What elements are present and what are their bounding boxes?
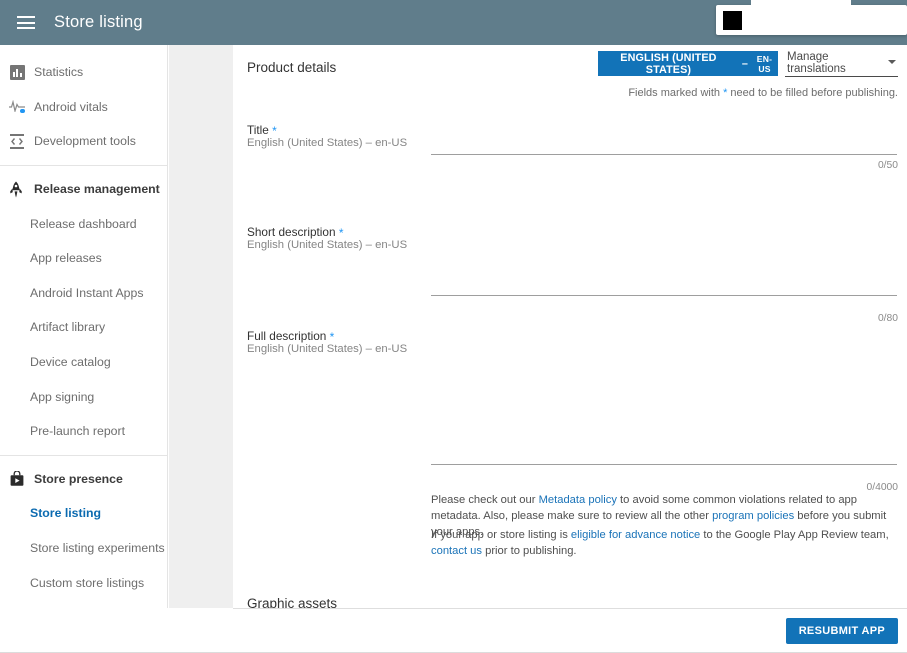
sidebar-divider xyxy=(0,454,167,456)
vitals-pulse-icon xyxy=(2,99,32,114)
sidebar-item-statistics[interactable]: Statistics xyxy=(0,55,167,90)
sidebar-item-label: Artifact library xyxy=(30,320,106,335)
main-content: Product details ENGLISH (UNITED STATES) … xyxy=(233,45,907,608)
manage-translations-label: Manage translations xyxy=(787,50,846,75)
sidebar-item-store-listing[interactable]: Store listing xyxy=(0,496,167,531)
sidebar-item-label: Release management xyxy=(34,182,160,197)
sidebar-item-label: Device catalog xyxy=(30,355,111,370)
black-square-placeholder-icon xyxy=(723,11,742,30)
short-description-input[interactable] xyxy=(431,225,897,296)
field-title-label: Title * xyxy=(247,123,277,138)
policy-2-part3: prior to publishing. xyxy=(482,545,577,557)
field-full-description-sublabel: English (United States) – en-US xyxy=(247,343,408,355)
sidebar-item-label: Android vitals xyxy=(34,99,108,114)
sidebar-item-label: App signing xyxy=(30,389,95,404)
header-overlay-panel[interactable] xyxy=(716,0,907,35)
sidebar-item-label: Release dashboard xyxy=(30,216,137,231)
sidebar-item-label: Development tools xyxy=(34,134,136,149)
sidebar-item-label: Store presence xyxy=(34,471,123,486)
field-short-description-label: Short description * xyxy=(247,225,344,240)
sidebar-item-custom-store-listings[interactable]: Custom store listings xyxy=(0,565,167,600)
required-fields-note-prefix: Fields marked with xyxy=(628,87,721,99)
resubmit-app-button[interactable]: RESUBMIT APP xyxy=(785,618,898,644)
field-full-description-label-text: Full description xyxy=(247,329,327,343)
rocket-icon xyxy=(2,181,32,198)
language-selector-button[interactable]: ENGLISH (UNITED STATES) – EN-US xyxy=(598,51,778,76)
sidebar-item-label: Store listing xyxy=(30,506,102,521)
short-description-counter: 0/80 xyxy=(877,313,898,324)
sidebar-item-release-management[interactable]: Release management xyxy=(0,172,167,207)
development-tools-icon xyxy=(2,133,32,149)
required-fields-note: Fields marked with * need to be filled b… xyxy=(628,87,898,99)
language-separator: – xyxy=(741,57,748,70)
language-label: ENGLISH (UNITED STATES) xyxy=(620,51,717,76)
sidebar[interactable]: Statistics Android vitals Development to… xyxy=(0,45,168,653)
sidebar-divider xyxy=(0,164,167,166)
required-star-icon: * xyxy=(723,87,728,99)
sidebar-item-label: Store listing experiments xyxy=(30,541,165,556)
hamburger-menu-icon[interactable] xyxy=(17,16,35,29)
sidebar-item-label: App releases xyxy=(30,251,102,266)
store-listing-page: Store listing Statistics Android vitals … xyxy=(0,0,907,653)
language-code: EN-US xyxy=(756,53,773,74)
metadata-policy-link[interactable]: Metadata policy xyxy=(539,494,617,506)
required-star-icon: * xyxy=(329,330,335,344)
page-title: Store listing xyxy=(54,13,143,31)
policy-2-part2: to the Google Play App Review team, xyxy=(700,529,889,541)
required-star-icon: * xyxy=(272,124,277,138)
content-gutter xyxy=(169,45,233,608)
sidebar-item-store-listing-experiments[interactable]: Store listing experiments xyxy=(0,531,167,566)
sidebar-item-device-catalog[interactable]: Device catalog xyxy=(0,345,167,380)
sidebar-item-label: Statistics xyxy=(34,65,84,80)
full-description-input[interactable] xyxy=(431,329,897,465)
policy-1-part1: Please check out our xyxy=(431,494,539,506)
sidebar-item-label: Custom store listings xyxy=(30,575,145,590)
required-star-icon: * xyxy=(338,226,344,240)
field-short-description-sublabel: English (United States) – en-US xyxy=(247,239,408,251)
policy-2-part1: If your app or store listing is xyxy=(431,529,571,541)
field-short-description-label-text: Short description xyxy=(247,225,336,239)
title-input[interactable] xyxy=(431,135,897,155)
chevron-down-icon xyxy=(888,60,896,64)
advance-notice-paragraph: If your app or store listing is eligible… xyxy=(431,527,901,559)
store-bag-play-icon xyxy=(2,470,32,487)
sidebar-item-label: Pre-launch report xyxy=(30,424,126,439)
sidebar-item-pre-launch-report[interactable]: Pre-launch report xyxy=(0,414,167,449)
sidebar-item-artifact-library[interactable]: Artifact library xyxy=(0,310,167,345)
sidebar-item-release-dashboard[interactable]: Release dashboard xyxy=(0,206,167,241)
sidebar-item-app-releases[interactable]: App releases xyxy=(0,241,167,276)
title-counter: 0/50 xyxy=(877,160,898,171)
bottom-bar-left-fill xyxy=(0,608,233,653)
sidebar-item-android-vitals[interactable]: Android vitals xyxy=(0,90,167,125)
header-overlay-notch xyxy=(751,0,851,6)
advance-notice-link[interactable]: eligible for advance notice xyxy=(571,529,700,541)
app-bar: Store listing xyxy=(0,0,907,45)
sidebar-item-android-instant-apps[interactable]: Android Instant Apps xyxy=(0,276,167,311)
sidebar-item-label: Android Instant Apps xyxy=(30,285,144,300)
bottom-action-bar: RESUBMIT APP xyxy=(233,608,907,653)
manage-translations-dropdown[interactable]: Manage translations xyxy=(785,51,898,77)
contact-us-link[interactable]: contact us xyxy=(431,545,482,557)
graphic-assets-heading: Graphic assets xyxy=(247,596,338,608)
field-title-sublabel: English (United States) – en-US xyxy=(247,137,408,149)
product-details-heading: Product details xyxy=(247,60,337,75)
sidebar-item-development-tools[interactable]: Development tools xyxy=(0,124,167,159)
required-fields-note-suffix: need to be filled before publishing. xyxy=(730,87,898,99)
field-full-description-label: Full description * xyxy=(247,329,335,344)
bar-chart-icon xyxy=(2,64,32,80)
sidebar-item-app-signing[interactable]: App signing xyxy=(0,379,167,414)
sidebar-item-store-presence[interactable]: Store presence xyxy=(0,462,167,497)
program-policies-link[interactable]: program policies xyxy=(712,510,794,522)
field-title-label-text: Title xyxy=(247,123,269,137)
